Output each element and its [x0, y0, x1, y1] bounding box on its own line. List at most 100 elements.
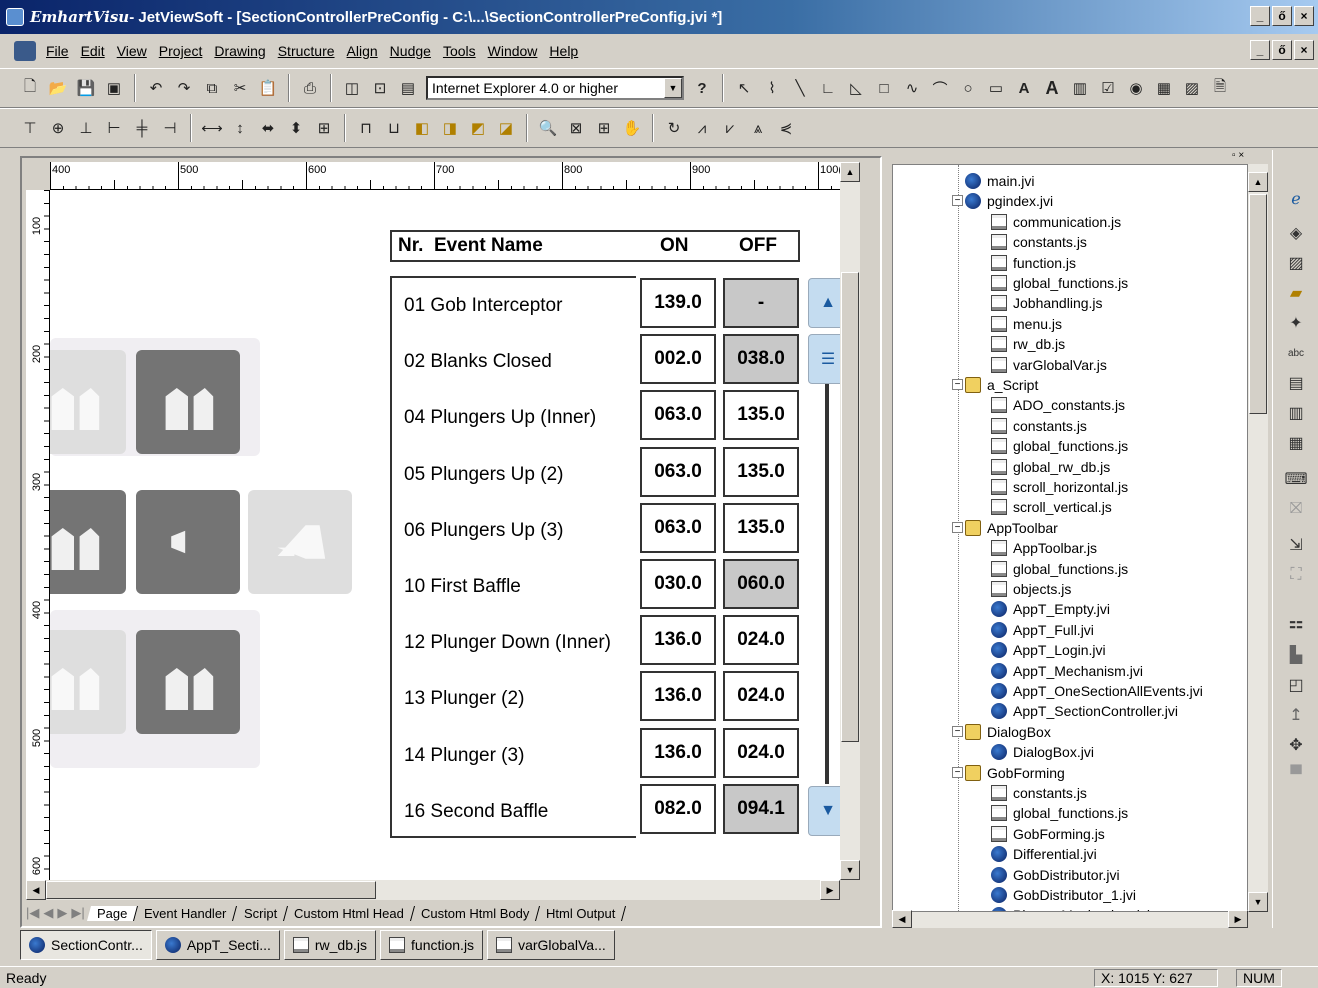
tree-item[interactable]: rw_db.js — [991, 334, 1065, 354]
align-right-icon[interactable]: ⊣ — [158, 116, 182, 140]
tree-horizontal-scrollbar[interactable]: ◀ ▶ — [892, 910, 1248, 928]
app-icon[interactable] — [6, 8, 24, 26]
vertical-scroll-thumb[interactable] — [841, 272, 859, 742]
tab-custom-html-head[interactable]: Custom Html Head — [283, 905, 415, 921]
event-on-value[interactable]: 002.0 — [640, 334, 716, 385]
send-backward-icon[interactable]: ◪ — [494, 116, 518, 140]
tree-item[interactable]: AppT_Full.jvi — [991, 620, 1094, 640]
tree-item[interactable]: function.js — [991, 253, 1076, 273]
event-off-value[interactable]: 060.0 — [723, 559, 799, 609]
document-icon[interactable] — [14, 41, 36, 61]
event-on-value[interactable]: 063.0 — [640, 446, 716, 497]
tree-scroll-thumb[interactable] — [1249, 194, 1267, 414]
menu-align[interactable]: Align — [341, 43, 384, 59]
bring-front-icon[interactable]: ◧ — [410, 116, 434, 140]
hierarchy-icon[interactable]: ⚏ — [1285, 612, 1307, 634]
design-canvas[interactable]: Nr. Event Name ON OFF 01 Gob Interceptor… — [50, 190, 840, 880]
scroll-up-arrow[interactable]: ▲ — [1248, 172, 1268, 192]
flip-horizontal-icon[interactable]: ⩘ — [690, 116, 714, 140]
paint-icon[interactable]: ▀ — [1285, 764, 1307, 786]
event-on-value[interactable]: 136.0 — [640, 615, 716, 666]
rectangle-icon[interactable]: □ — [872, 76, 896, 100]
event-on-value[interactable]: 136.0 — [640, 671, 716, 722]
list-scroll-track[interactable] — [825, 334, 829, 784]
listbox-icon[interactable]: ▦ — [1152, 76, 1176, 100]
machine-tile-blank-mould[interactable] — [50, 350, 126, 454]
help-icon[interactable]: ? — [690, 76, 714, 100]
menu-help[interactable]: Help — [543, 43, 584, 59]
panel-close-icon[interactable]: ▫ × — [1232, 150, 1262, 162]
event-off-value[interactable]: - — [723, 278, 799, 328]
event-off-value[interactable]: 024.0 — [723, 615, 799, 666]
tree-item[interactable]: AppT_Mechanism.jvi — [991, 661, 1143, 681]
tree-vertical-scrollbar[interactable]: ▲ ▼ — [1248, 164, 1268, 912]
editor-horizontal-scrollbar[interactable]: ◀ ▶ — [26, 880, 840, 900]
save-all-icon[interactable]: ▣ — [102, 76, 126, 100]
event-off-value[interactable]: 135.0 — [723, 446, 799, 497]
tree-folder[interactable]: DialogBox — [965, 722, 1051, 742]
copy-icon[interactable]: ⧉ — [200, 76, 224, 100]
machine-tile-baffle[interactable] — [136, 630, 240, 734]
tree-item[interactable]: communication.js — [991, 212, 1121, 232]
triangle-icon[interactable]: ◺ — [844, 76, 868, 100]
checkbox-icon[interactable]: ☑ — [1096, 76, 1120, 100]
menu-structure[interactable]: Structure — [272, 43, 341, 59]
move-icon[interactable]: ✥ — [1285, 734, 1307, 756]
minimize-button[interactable]: _ — [1250, 6, 1270, 26]
tree-item[interactable]: scroll_horizontal.js — [991, 477, 1128, 497]
scroll-left-arrow[interactable]: ◀ — [26, 880, 46, 900]
horizontal-scroll-thumb[interactable] — [46, 881, 376, 899]
browser-preview-icon[interactable]: ⊡ — [368, 76, 392, 100]
collapse-icon[interactable]: − — [952, 195, 963, 207]
tab-page[interactable]: Page — [86, 905, 139, 921]
machine-tile-moulds[interactable] — [50, 490, 126, 594]
tree-item[interactable]: AppT_SectionController.jvi — [991, 701, 1178, 721]
curve-icon[interactable]: ∿ — [900, 76, 924, 100]
arrow-up-icon[interactable]: ↥ — [1285, 704, 1307, 726]
pointer-icon[interactable]: ↖ — [732, 76, 756, 100]
align-center-icon[interactable]: ╪ — [130, 116, 154, 140]
freeform-icon[interactable]: ⌒ — [928, 76, 952, 100]
event-on-value[interactable]: 139.0 — [640, 278, 716, 328]
doc-tab-function[interactable]: function.js — [380, 930, 484, 960]
zoom-icon[interactable]: 🔍 — [536, 116, 560, 140]
doc-tab-sectioncontroller[interactable]: SectionContr... — [20, 930, 152, 960]
same-height-icon[interactable]: ⬍ — [284, 116, 308, 140]
save-icon[interactable]: 💾 — [74, 76, 98, 100]
scroll-down-arrow[interactable]: ▼ — [1248, 892, 1268, 912]
new-file-icon[interactable]: 🗋 — [18, 76, 42, 100]
editor-vertical-scrollbar[interactable]: ▲ ▼ — [840, 162, 860, 880]
scroll-thumb-button[interactable]: ☰ — [808, 334, 840, 384]
align-bottom-icon[interactable]: ⊥ — [74, 116, 98, 140]
properties-icon[interactable]: ▤ — [396, 76, 420, 100]
tab-nav-next-icon[interactable]: ▶ — [57, 905, 67, 921]
radio-icon[interactable]: ◉ — [1124, 76, 1148, 100]
button-shape-icon[interactable]: ▭ — [984, 76, 1008, 100]
doc-tab-rw-db[interactable]: rw_db.js — [283, 930, 377, 960]
mirror-icon[interactable]: ⩓ — [746, 116, 770, 140]
center-horizontal-icon[interactable]: ⊓ — [354, 116, 378, 140]
machine-tile-mechanism[interactable] — [136, 490, 240, 594]
tab-nav-first-icon[interactable]: |◀ — [26, 905, 39, 921]
collapse-icon[interactable]: − — [952, 521, 963, 533]
doc-tab-appt-section[interactable]: AppT_Secti... — [155, 930, 280, 960]
center-vertical-icon[interactable]: ⊔ — [382, 116, 406, 140]
scroll-left-arrow[interactable]: ◀ — [892, 910, 912, 928]
tree-folder[interactable]: a_Script — [965, 375, 1038, 395]
machine-tile-plungers[interactable] — [136, 350, 240, 454]
polyline-icon[interactable]: ⌇ — [760, 76, 784, 100]
restore-button[interactable]: ő — [1272, 6, 1292, 26]
paste-icon[interactable]: 📋 — [256, 76, 280, 100]
collapse-icon[interactable]: − — [952, 379, 963, 390]
bring-forward-icon[interactable]: ◩ — [466, 116, 490, 140]
copy-doc-icon[interactable]: ▦ — [1285, 432, 1307, 454]
tree-item[interactable]: objects.js — [991, 579, 1071, 599]
scroll-up-button[interactable]: ▲ — [808, 278, 840, 328]
ellipse-icon[interactable]: ○ — [956, 76, 980, 100]
tree-item[interactable]: DialogBox.jvi — [991, 742, 1094, 762]
tree-item[interactable]: global_functions.js — [991, 273, 1128, 293]
line-icon[interactable]: ╲ — [788, 76, 812, 100]
tree-folder[interactable]: GobForming — [965, 763, 1065, 783]
document-icon[interactable]: ▤ — [1285, 372, 1307, 394]
doc-minimize-button[interactable]: _ — [1250, 40, 1270, 60]
